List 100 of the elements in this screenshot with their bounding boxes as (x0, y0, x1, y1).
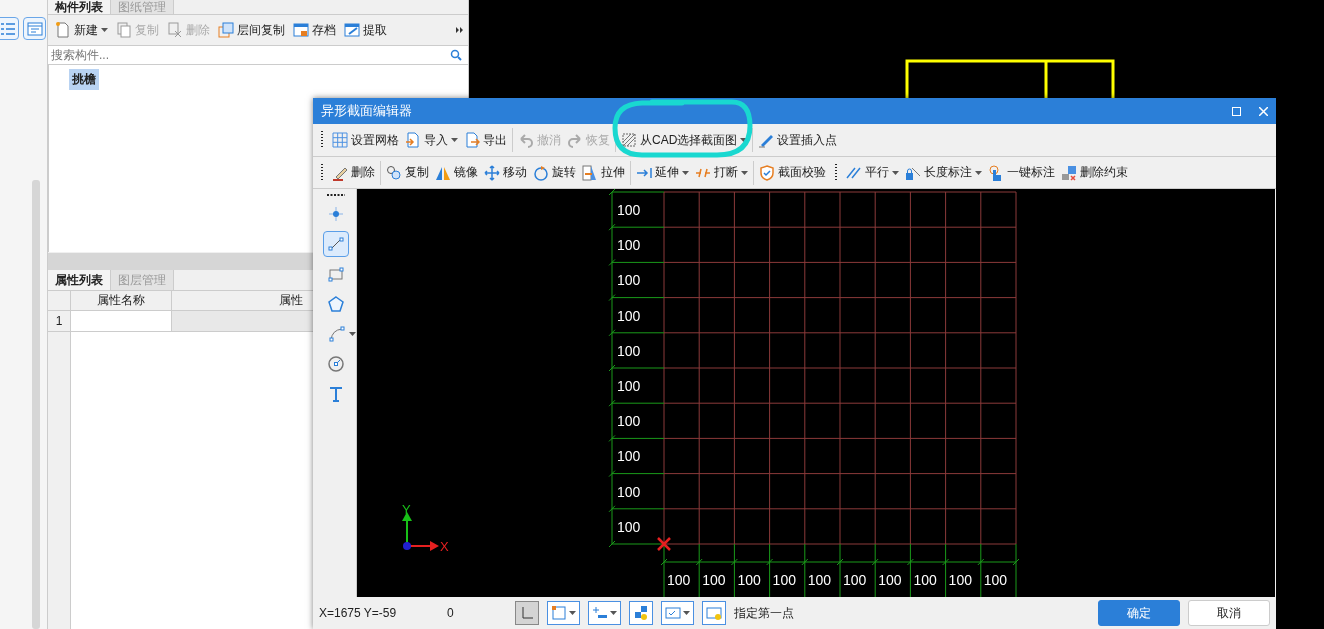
toolbar-button[interactable]: 平行 (843, 160, 902, 185)
table-cell[interactable] (70, 311, 172, 331)
window-title: 异形截面编辑器 (321, 102, 413, 120)
stretch-icon (582, 164, 598, 181)
toolbar-button[interactable]: 复制 (383, 160, 432, 185)
toolbar-button[interactable]: 删除约束 (1058, 160, 1131, 185)
column-header: 属性 (278, 292, 304, 309)
toolbar-button[interactable]: 设置插入点 (755, 128, 841, 152)
close-icon (1259, 106, 1268, 116)
list-icon (0, 20, 16, 37)
caret-icon (892, 170, 899, 175)
text-tool-icon (328, 386, 344, 402)
toolbar-button[interactable]: 截面校验 (756, 160, 829, 185)
dimension-label: 100 (667, 572, 691, 588)
delete-icon (167, 22, 183, 38)
toolbar-button[interactable]: 长度标注 (902, 160, 985, 185)
dimension-label: 100 (913, 572, 937, 588)
layers-icon (218, 22, 234, 38)
status-tool-button[interactable] (702, 601, 726, 625)
dimension-label: 100 (617, 202, 641, 218)
toolbar-button[interactable]: 镜像 (432, 160, 481, 185)
axis-label: Y (402, 502, 411, 517)
status-prompt: 指定第一点 (734, 604, 795, 622)
plus-line-icon (592, 605, 608, 621)
toolbar-button[interactable]: 导出 (461, 128, 510, 152)
origin-cross-icon (656, 536, 672, 552)
toolbar-button[interactable]: 一键标注 (985, 160, 1058, 185)
shield-check-icon (759, 164, 775, 181)
coordinates-readout: X=1675 Y=-59 (319, 606, 398, 620)
dimension-label: 100 (617, 307, 641, 324)
circle-icon (328, 356, 344, 372)
dimension-label: 100 (843, 572, 867, 588)
caret-icon (451, 138, 458, 142)
drawing-canvas[interactable]: 100 100 100 100 100 100 100 100 100 100 100 100 100 100 100 100 100 100 100 100 Y X (357, 189, 1275, 597)
toolbar-button[interactable]: 删除 (329, 160, 378, 185)
origin-dot-icon (403, 542, 411, 550)
tree-item[interactable]: 挑檐 (69, 69, 99, 90)
search-field[interactable]: 搜索构件... (51, 48, 450, 62)
caret-icon (101, 28, 108, 32)
pointing-hand-icon (988, 164, 1004, 181)
toolbar-button[interactable]: 设置网格 (329, 128, 402, 152)
dimension-label: 100 (878, 572, 902, 588)
toolbar-button[interactable]: 移动 (481, 160, 530, 185)
copy-circles-icon (386, 164, 402, 181)
panel-check-icon (665, 605, 681, 621)
arc-icon (328, 326, 345, 342)
copy-icon (116, 22, 132, 38)
toolbar-button[interactable]: 拉伸 (579, 160, 628, 185)
toolbar-grip-icon (326, 193, 346, 197)
pen-icon (758, 132, 775, 148)
import-icon (405, 132, 421, 148)
status-tool-button[interactable] (588, 601, 621, 625)
dimension-label: 100 (617, 483, 641, 500)
undo-icon (518, 132, 534, 148)
toolbar-button[interactable]: 导入 (402, 128, 461, 152)
dialog-button[interactable]: 取消 (1188, 600, 1270, 626)
search-icon (450, 49, 462, 61)
dimension-label: 100 (807, 572, 832, 588)
rotate-icon (533, 164, 549, 181)
caret-icon (610, 611, 617, 615)
redo-icon (567, 132, 583, 148)
caret-icon (683, 611, 690, 615)
status-tool-button[interactable] (661, 601, 694, 625)
dimension-label: 100 (772, 572, 796, 588)
toolbar-button[interactable]: 打断 (692, 160, 751, 185)
delete-constraint-icon (1061, 164, 1077, 181)
axis-label: X (440, 539, 449, 554)
toolbar-button[interactable]: 存档 (290, 18, 339, 42)
dimension-label: 100 (617, 413, 641, 430)
dimension-label: 100 (617, 272, 641, 289)
dimension-label: 100 (983, 572, 1008, 588)
dialog-button[interactable]: 确定 (1098, 600, 1180, 626)
save-icon (293, 22, 309, 38)
caret-icon (569, 611, 576, 615)
toolbar-button[interactable]: 新建 (52, 18, 111, 42)
toolbar-button[interactable]: 延伸 (633, 160, 692, 185)
status-tool-button[interactable] (629, 601, 653, 625)
hatched-square-icon (621, 132, 637, 148)
status-tool-button[interactable] (547, 601, 580, 625)
move-arrows-icon (484, 164, 500, 181)
toolbar-button[interactable]: 从CAD选择截面图 (618, 128, 751, 152)
grid-icon (332, 132, 348, 148)
window-view-button[interactable] (23, 17, 46, 40)
dimension-label: 100 (617, 342, 641, 359)
overflow-chevron-icon (456, 26, 464, 34)
extract-icon (344, 22, 360, 38)
caret-icon (682, 170, 689, 175)
window-icon (26, 20, 43, 37)
toolbar-button[interactable]: 提取 (341, 18, 390, 42)
ortho-icon (519, 605, 535, 621)
list-view-button[interactable] (0, 17, 19, 40)
rectangle-icon (328, 266, 344, 282)
toolbar-button[interactable]: 层间复制 (215, 18, 288, 42)
new-file-icon (55, 22, 71, 38)
scrollbar[interactable] (32, 180, 40, 629)
toolbar-button[interactable]: 旋转 (530, 160, 579, 185)
column-header: 属性名称 (71, 291, 172, 310)
dimension-label: 100 (737, 572, 761, 588)
status-tool-button[interactable] (515, 601, 539, 625)
search-box[interactable]: 搜索构件... (48, 45, 468, 65)
